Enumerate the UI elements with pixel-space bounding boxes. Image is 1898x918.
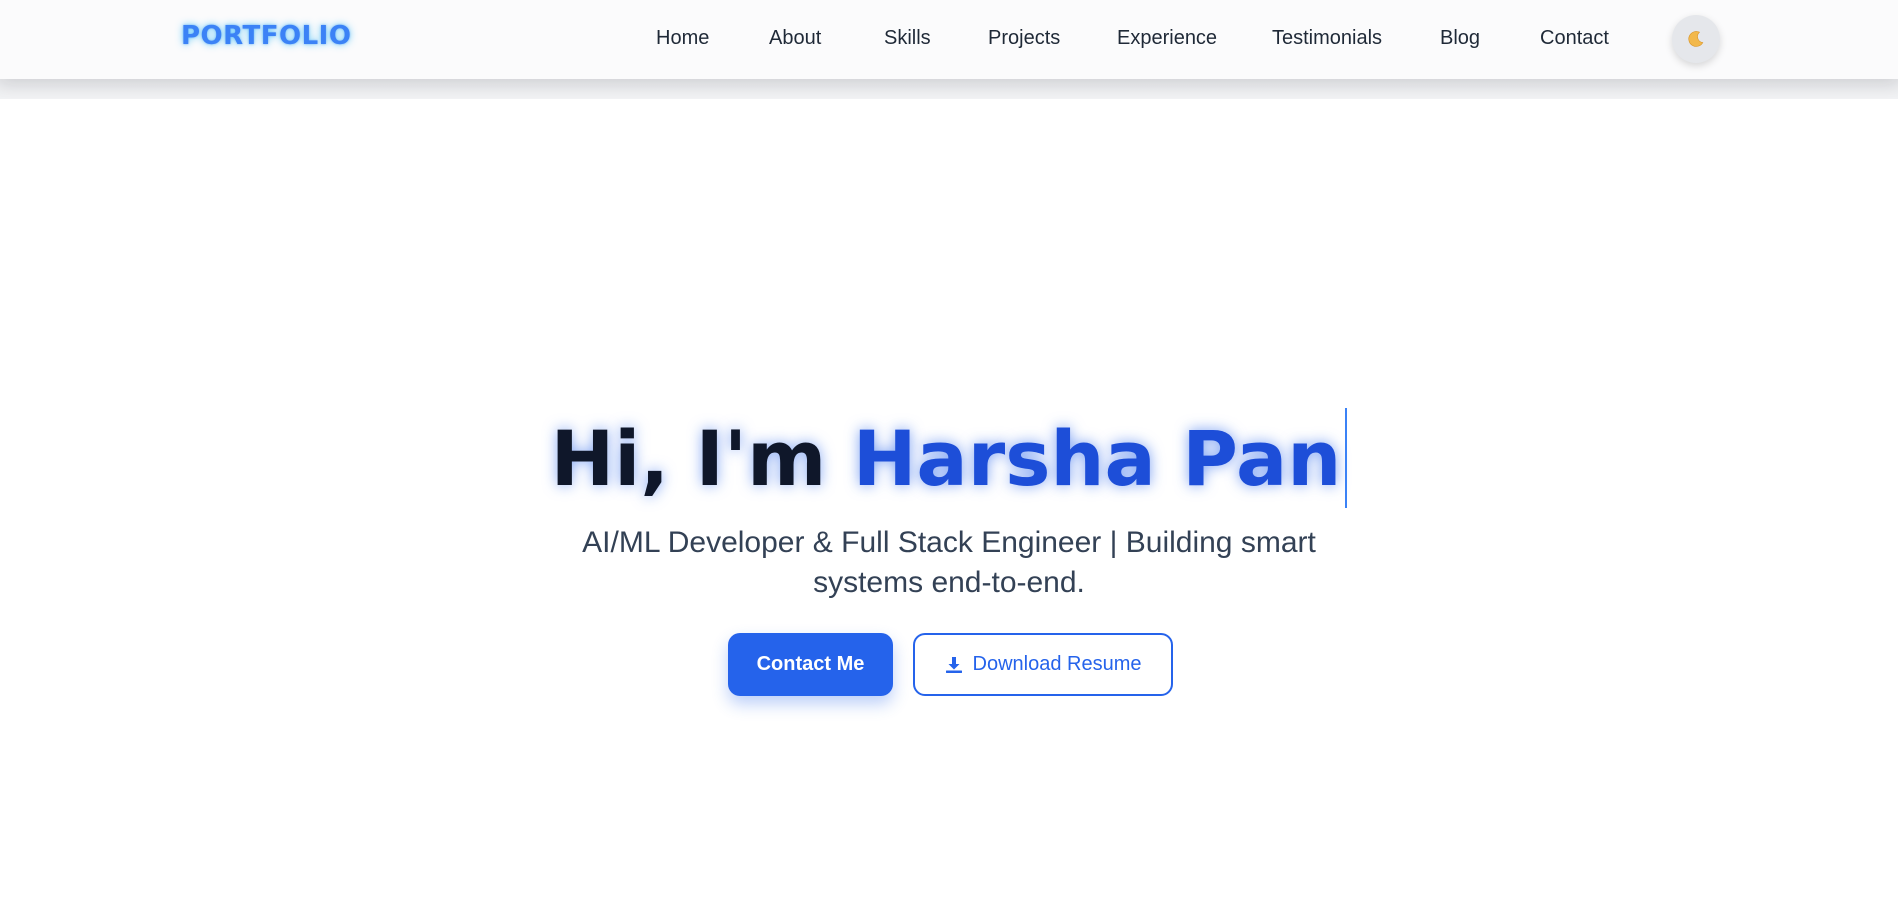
nav-link-skills[interactable]: Skills: [884, 27, 931, 50]
nav-link-blog[interactable]: Blog: [1440, 27, 1480, 50]
theme-toggle-button[interactable]: [1672, 15, 1720, 63]
download-resume-button[interactable]: Download Resume: [913, 633, 1173, 696]
contact-me-button[interactable]: Contact Me: [728, 633, 893, 696]
hero-title-name: Harsha Pan: [852, 414, 1342, 503]
nav-link-testimonials[interactable]: Testimonials: [1272, 27, 1382, 50]
nav-link-about[interactable]: About: [769, 27, 821, 50]
nav-links: Home About Skills Projects Experience Te…: [0, 0, 1898, 79]
download-icon: [945, 656, 962, 673]
hero-section: Hi, I'm Harsha Pan AI/ML Developer & Ful…: [0, 99, 1898, 918]
contact-me-label: Contact Me: [756, 653, 865, 675]
typing-caret: [1345, 408, 1348, 508]
nav-link-home[interactable]: Home: [656, 27, 709, 50]
navbar: PORTFOLIO Home About Skills Projects Exp…: [0, 0, 1898, 79]
moon-icon: [1688, 31, 1704, 47]
navbar-shadow: [0, 79, 1898, 99]
nav-link-experience[interactable]: Experience: [1117, 27, 1217, 50]
download-resume-label: Download Resume: [972, 653, 1142, 675]
hero-buttons: Contact Me Download Resume: [728, 633, 1173, 697]
hero-title-prefix: Hi, I'm: [550, 414, 853, 503]
nav-link-contact[interactable]: Contact: [1540, 27, 1609, 50]
nav-link-projects[interactable]: Projects: [988, 27, 1060, 50]
hero-subtitle: AI/ML Developer & Full Stack Engineer | …: [582, 526, 1316, 599]
hero-title: Hi, I'm Harsha Pan: [0, 408, 1898, 514]
